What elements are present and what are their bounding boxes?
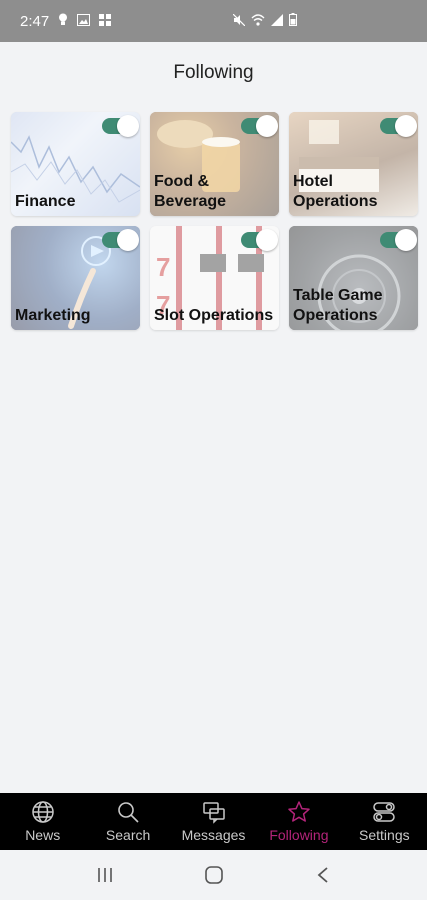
tile-table-game-operations[interactable]: Table Game Operations <box>289 226 418 330</box>
tile-label-food-beverage: Food & Beverage <box>154 173 227 210</box>
tile-label-hotel-operations: Hotel Operations <box>293 173 378 210</box>
tile-label-finance: Finance <box>15 193 76 210</box>
mute-icon <box>232 13 246 29</box>
home-button[interactable] <box>202 863 226 887</box>
status-time: 2:47 <box>20 12 50 30</box>
system-nav-bar <box>0 850 427 900</box>
page-title: Following <box>173 62 254 83</box>
back-button[interactable] <box>311 863 335 887</box>
status-left: 2:47 <box>20 12 112 30</box>
apps-icon <box>99 13 112 30</box>
wifi-icon <box>251 13 265 29</box>
nav-label-following: Following <box>269 827 329 843</box>
star-icon <box>288 801 310 822</box>
tile-slot-operations[interactable]: 7 7 Slot Operations <box>150 226 279 330</box>
tile-marketing[interactable]: Marketing <box>11 226 140 330</box>
messages-icon <box>202 802 225 824</box>
recents-icon <box>97 868 112 882</box>
nav-label-messages: Messages <box>181 827 246 843</box>
following-grid: Finance Food & Beverage Hotel Operations <box>11 112 419 330</box>
tile-hotel-operations[interactable]: Hotel Operations <box>289 112 418 216</box>
follow-toggle-food-beverage[interactable] <box>241 115 278 137</box>
follow-toggle-marketing[interactable] <box>102 229 139 251</box>
tile-label-slot-operations: Slot Operations <box>154 307 274 324</box>
follow-toggle-finance[interactable] <box>102 115 139 137</box>
follow-toggle-hotel-operations[interactable] <box>380 115 417 137</box>
tile-food-beverage[interactable]: Food & Beverage <box>150 112 279 216</box>
globe-icon <box>31 801 54 823</box>
nav-label-search: Search <box>105 827 151 843</box>
status-bar: 2:47 <box>0 0 427 42</box>
nav-news[interactable]: News <box>0 793 85 850</box>
nav-label-settings: Settings <box>359 827 410 843</box>
page-header: Following <box>0 42 427 104</box>
tile-finance[interactable]: Finance <box>11 112 140 216</box>
settings-toggle-icon <box>373 802 396 822</box>
nav-search[interactable]: Search <box>85 793 170 850</box>
follow-toggle-slot-operations[interactable] <box>241 229 278 251</box>
home-icon <box>204 866 223 884</box>
lightbulb-icon <box>58 13 68 30</box>
signal-icon <box>271 13 283 29</box>
nav-messages[interactable]: Messages <box>171 793 256 850</box>
follow-toggle-table-game-operations[interactable] <box>380 229 417 251</box>
recents-button[interactable] <box>93 863 117 887</box>
battery-icon <box>289 13 297 29</box>
back-icon <box>317 867 328 883</box>
tile-label-marketing: Marketing <box>15 307 91 324</box>
image-icon <box>77 13 91 30</box>
tile-label-table-game-operations: Table Game Operations <box>293 287 383 324</box>
nav-label-news: News <box>25 827 61 843</box>
nav-settings[interactable]: Settings <box>342 793 427 850</box>
bottom-nav: News Search Messages Following Settings <box>0 793 427 850</box>
search-icon <box>118 802 139 823</box>
status-right <box>232 13 297 29</box>
nav-following[interactable]: Following <box>256 793 341 850</box>
